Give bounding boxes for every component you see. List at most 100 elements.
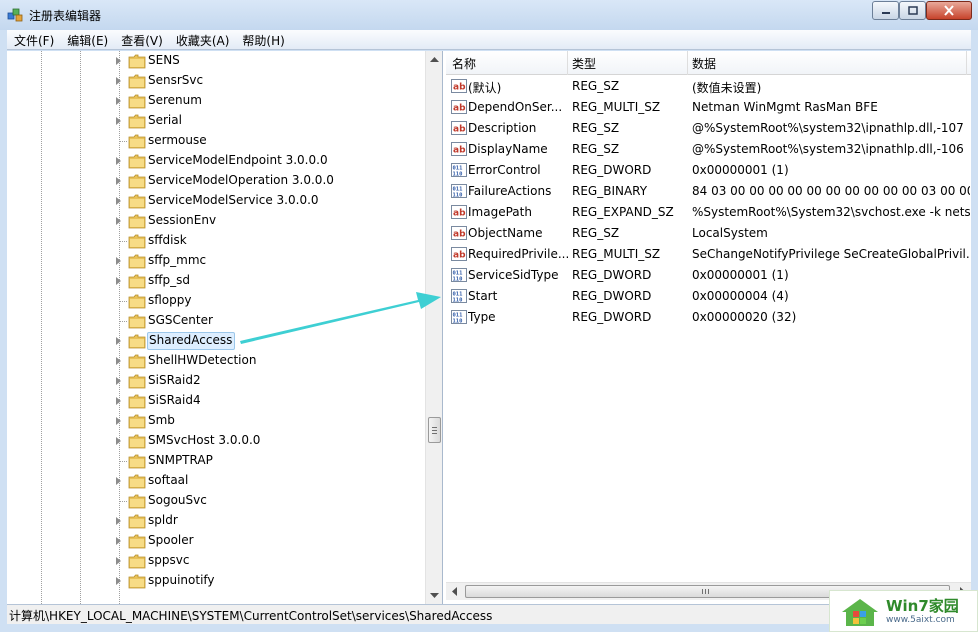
tree-node[interactable]: SensrSvc — [7, 71, 425, 91]
tree-node-label[interactable]: sppsvc — [147, 552, 191, 570]
scroll-down-button[interactable] — [426, 587, 442, 604]
tree-node-label[interactable]: sffdisk — [147, 232, 189, 250]
value-row[interactable]: ab Description REG_SZ @%SystemRoot%\system3… — [446, 118, 971, 139]
tree-node[interactable]: SogouSvc — [7, 491, 425, 511]
column-header-name[interactable]: 名称 — [452, 55, 476, 72]
expand-arrow-icon[interactable] — [116, 577, 121, 585]
expand-arrow-icon[interactable] — [116, 517, 121, 525]
tree-node-label[interactable]: SessionEnv — [147, 212, 218, 230]
tree-node-label[interactable]: sffp_sd — [147, 272, 192, 290]
tree-node-label[interactable]: ServiceModelEndpoint 3.0.0.0 — [147, 152, 330, 170]
tree-node-label[interactable]: SNMPTRAP — [147, 452, 215, 470]
expand-arrow-icon[interactable] — [116, 77, 121, 85]
tree-node[interactable]: sermouse — [7, 131, 425, 151]
column-divider[interactable] — [966, 51, 967, 75]
close-button[interactable] — [926, 1, 972, 20]
expand-arrow-icon[interactable] — [116, 217, 121, 225]
value-row[interactable]: ab DisplayName REG_SZ @%SystemRoot%\system3… — [446, 139, 971, 160]
tree-node-label[interactable]: ShellHWDetection — [147, 352, 258, 370]
tree-node-label[interactable]: Smb — [147, 412, 177, 430]
scroll-left-button[interactable] — [446, 583, 463, 600]
value-row[interactable]: ab ObjectName REG_SZ LocalSystem — [446, 223, 971, 244]
tree-node-label[interactable]: softaal — [147, 472, 190, 490]
tree-node[interactable]: Spooler — [7, 531, 425, 551]
tree-node[interactable]: sffp_sd — [7, 271, 425, 291]
tree-node-label[interactable]: sppuinotify — [147, 572, 217, 590]
tree-node[interactable]: sppsvc — [7, 551, 425, 571]
tree-node[interactable]: ShellHWDetection — [7, 351, 425, 371]
maximize-button[interactable] — [899, 1, 926, 20]
expand-arrow-icon[interactable] — [116, 277, 121, 285]
expand-arrow-icon[interactable] — [116, 357, 121, 365]
tree-node-label[interactable]: Spooler — [147, 532, 196, 550]
tree-node[interactable]: sppuinotify — [7, 571, 425, 591]
expand-arrow-icon[interactable] — [116, 157, 121, 165]
tree-node-label[interactable]: Serenum — [147, 92, 204, 110]
tree-node-label[interactable]: spldr — [147, 512, 180, 530]
tree-node[interactable]: sfloppy — [7, 291, 425, 311]
tree-node-label[interactable]: SGSCenter — [147, 312, 215, 330]
tree-node-label[interactable]: sermouse — [147, 132, 209, 150]
tree-node[interactable]: Serial — [7, 111, 425, 131]
tree-node[interactable]: SNMPTRAP — [7, 451, 425, 471]
value-row[interactable]: 011 110 FailureActions REG_BINARY 84 03 00 0… — [446, 181, 971, 202]
expand-arrow-icon[interactable] — [116, 377, 121, 385]
tree-node-label[interactable]: SiSRaid4 — [147, 392, 203, 410]
value-row[interactable]: ab DependOnSer... REG_MULTI_SZ Netman WinMg… — [446, 97, 971, 118]
value-row[interactable]: 011 110 Type REG_DWORD 0x00000020 (32) — [446, 307, 971, 328]
tree-node-label[interactable]: SiSRaid2 — [147, 372, 203, 390]
expand-arrow-icon[interactable] — [116, 97, 121, 105]
tree-node-label[interactable]: SENS — [147, 52, 182, 70]
scroll-up-button[interactable] — [426, 51, 442, 68]
tree-node[interactable]: SiSRaid2 — [7, 371, 425, 391]
minimize-button[interactable] — [872, 1, 899, 20]
tree-node[interactable]: SessionEnv — [7, 211, 425, 231]
value-row[interactable]: ab RequiredPrivile... REG_MULTI_SZ SeChange… — [446, 244, 971, 265]
tree-node-label[interactable]: ServiceModelOperation 3.0.0.0 — [147, 172, 336, 190]
expand-arrow-icon[interactable] — [116, 417, 121, 425]
tree-node-label[interactable]: ServiceModelService 3.0.0.0 — [147, 192, 321, 210]
tree-node[interactable]: ServiceModelOperation 3.0.0.0 — [7, 171, 425, 191]
tree-node[interactable]: SiSRaid4 — [7, 391, 425, 411]
value-row[interactable]: 011 110 Start REG_DWORD 0x00000004 (4) — [446, 286, 971, 307]
menu-favorites[interactable]: 收藏夹(A) — [169, 30, 236, 49]
tree-node-label[interactable]: Serial — [147, 112, 184, 130]
expand-arrow-icon[interactable] — [116, 397, 121, 405]
value-row[interactable]: ab (默认) REG_SZ (数值未设置) — [446, 76, 971, 97]
tree-node-label[interactable]: SMSvcHost 3.0.0.0 — [147, 432, 262, 450]
value-row[interactable]: 011 110 ErrorControl REG_DWORD 0x00000001 (1… — [446, 160, 971, 181]
value-row[interactable]: 011 110 ServiceSidType REG_DWORD 0x00000001 … — [446, 265, 971, 286]
column-header-data[interactable]: 数据 — [692, 55, 716, 72]
tree-node-label[interactable]: sffp_mmc — [147, 252, 208, 270]
tree-node-label[interactable]: sfloppy — [147, 292, 194, 310]
expand-arrow-icon[interactable] — [116, 117, 121, 125]
expand-arrow-icon[interactable] — [116, 557, 121, 565]
menu-file[interactable]: 文件(F) — [7, 30, 60, 49]
expand-arrow-icon[interactable] — [116, 57, 121, 65]
column-header-type[interactable]: 类型 — [572, 55, 596, 72]
expand-arrow-icon[interactable] — [116, 177, 121, 185]
expand-arrow-icon[interactable] — [116, 477, 121, 485]
tree-node[interactable]: SGSCenter — [7, 311, 425, 331]
column-divider[interactable] — [687, 51, 688, 75]
tree-vertical-scrollbar[interactable] — [425, 51, 442, 604]
tree-node[interactable]: sffdisk — [7, 231, 425, 251]
tree-node[interactable]: Serenum — [7, 91, 425, 111]
expand-arrow-icon[interactable] — [116, 437, 121, 445]
expand-arrow-icon[interactable] — [116, 197, 121, 205]
expand-arrow-icon[interactable] — [116, 337, 121, 345]
tree-node[interactable]: sffp_mmc — [7, 251, 425, 271]
tree-node[interactable]: Smb — [7, 411, 425, 431]
menu-help[interactable]: 帮助(H) — [235, 30, 290, 49]
value-row[interactable]: ab ImagePath REG_EXPAND_SZ %SystemRoot%\Sys… — [446, 202, 971, 223]
tree-node[interactable]: ServiceModelService 3.0.0.0 — [7, 191, 425, 211]
tree-node-label[interactable]: SogouSvc — [147, 492, 209, 510]
tree-node[interactable]: SENS — [7, 51, 425, 71]
tree-node[interactable]: SMSvcHost 3.0.0.0 — [7, 431, 425, 451]
column-divider[interactable] — [567, 51, 568, 75]
expand-arrow-icon[interactable] — [116, 537, 121, 545]
expand-arrow-icon[interactable] — [116, 257, 121, 265]
tree-node-label-selected[interactable]: SharedAccess — [147, 332, 236, 350]
tree-node[interactable]: softaal — [7, 471, 425, 491]
menu-edit[interactable]: 编辑(E) — [60, 30, 114, 49]
